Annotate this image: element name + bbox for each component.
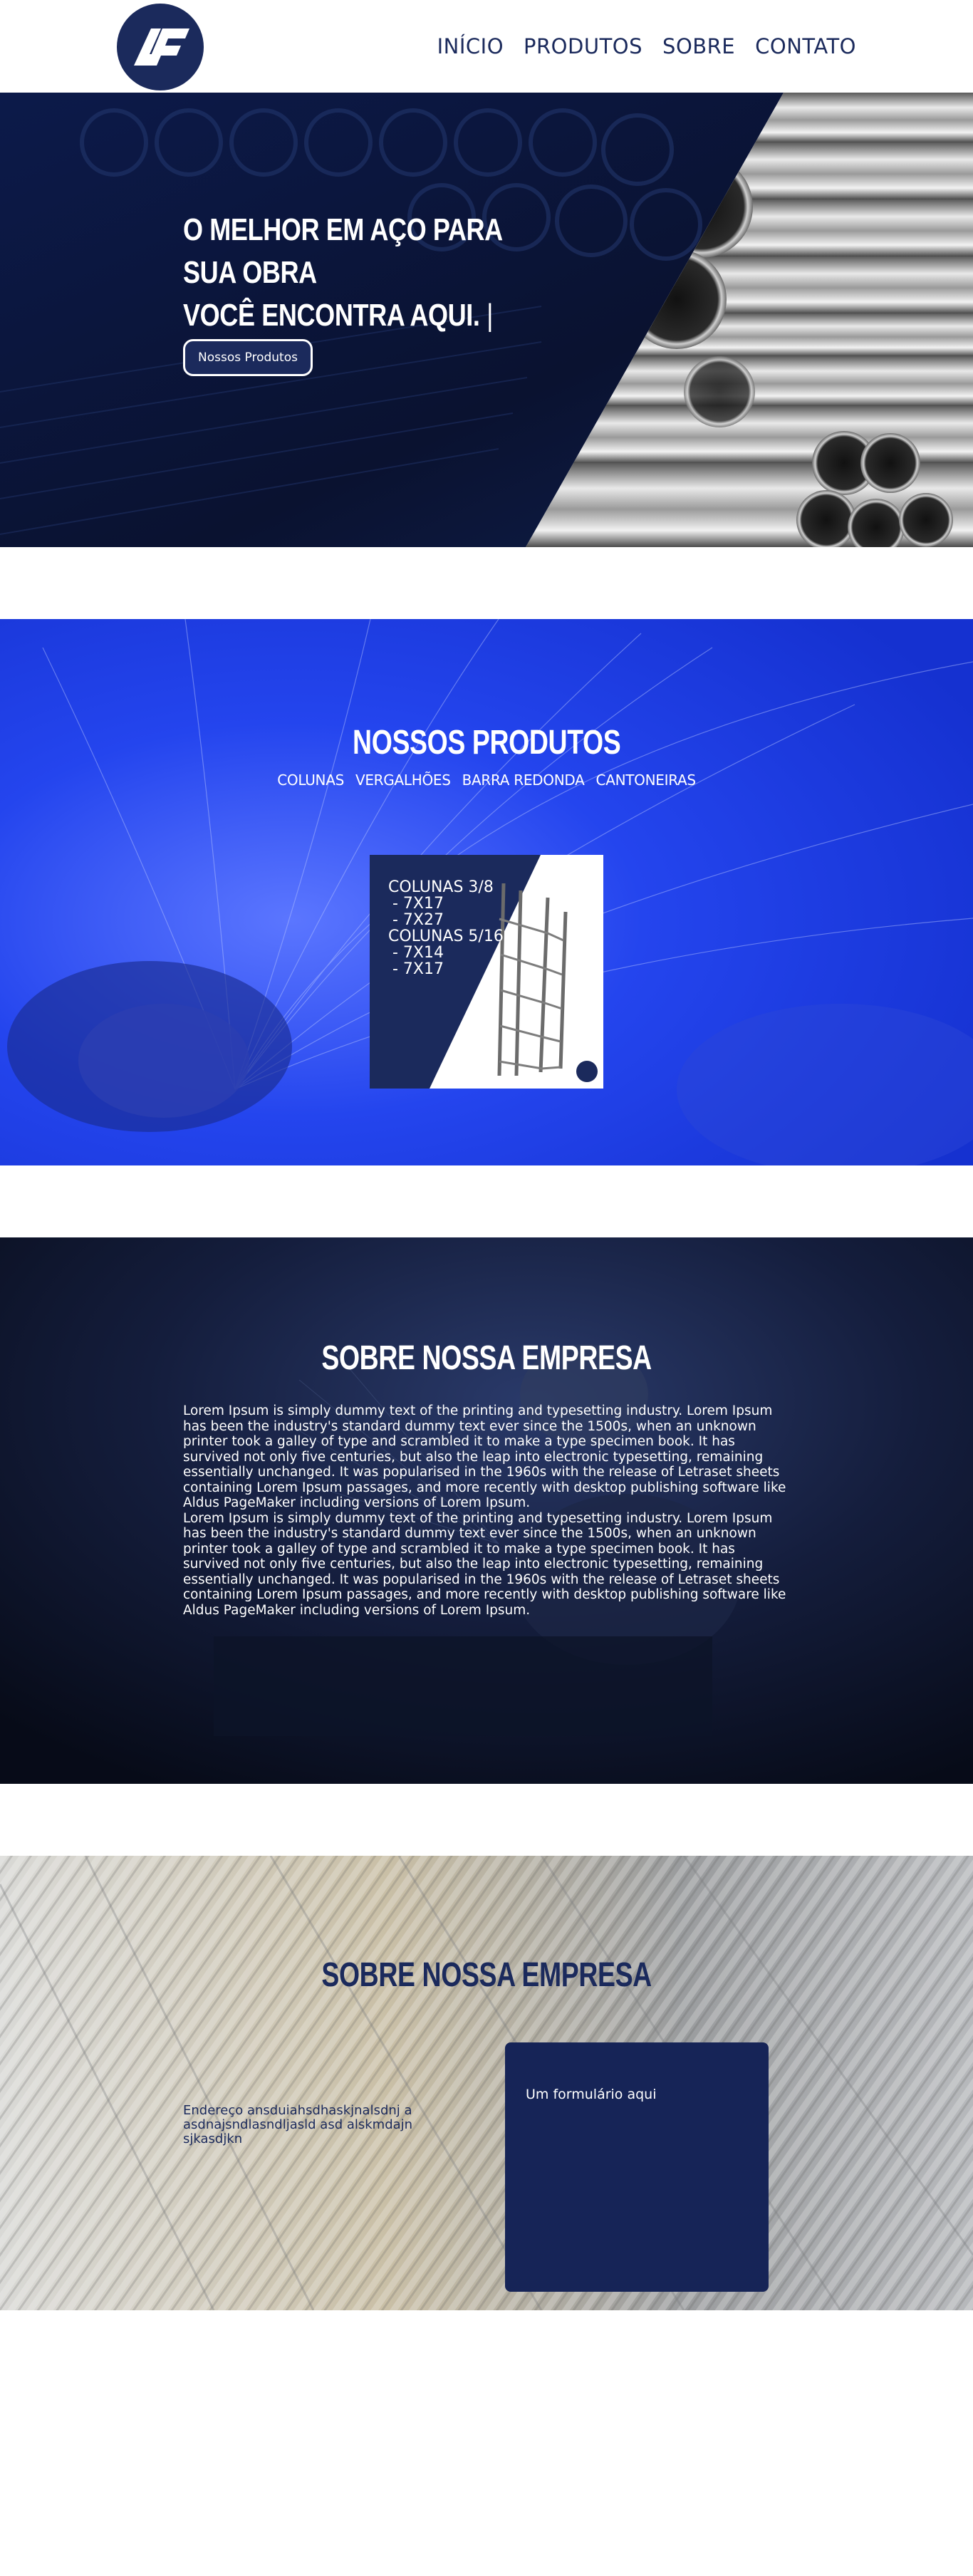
about-section: SOBRE NOSSA EMPRESA Lorem Ipsum is simpl… [0, 1237, 973, 1784]
typing-caret: | [486, 298, 494, 333]
af-logo-icon [134, 28, 189, 66]
category-vergalhoes[interactable]: VERGALHÕES [355, 772, 451, 789]
product-card[interactable]: COLUNAS 3/8 - 7X17 - 7X27 COLUNAS 5/16 -… [370, 855, 603, 1089]
rebar-background-image [0, 1856, 973, 2310]
contact-section: SOBRE NOSSA EMPRESA Endereço ansduiahsdh… [0, 1856, 973, 2310]
product-card-text: COLUNAS 3/8 - 7X17 - 7X27 COLUNAS 5/16 -… [388, 879, 504, 977]
contact-title: SOBRE NOSSA EMPRESA [321, 1956, 652, 1994]
about-text: Lorem Ipsum is simply dummy text of the … [183, 1403, 790, 1618]
about-paragraph: Lorem Ipsum is simply dummy text of the … [183, 1403, 786, 1510]
category-colunas[interactable]: COLUNAS [277, 772, 344, 789]
nossos-produtos-button[interactable]: Nossos Produtos [183, 339, 313, 376]
category-barra-redonda[interactable]: BARRA REDONDA [462, 772, 585, 789]
hero-headline-line2-wrap: VOCÊ ENCONTRA AQUI. | [183, 294, 534, 337]
hero-section: O MELHOR EM AÇO PARA SUA OBRA VOCÊ ENCON… [0, 93, 973, 547]
card-line: - 7X14 [392, 944, 444, 962]
address-text: Endereço ansduiahsdhaskjnalsdnj aasdnajs… [183, 2103, 413, 2146]
top-navbar: INÍCIO PRODUTOS SOBRE CONTATO [0, 0, 973, 93]
card-line: - 7X17 [392, 895, 444, 913]
contact-form-placeholder[interactable]: Um formulário aqui [505, 2042, 769, 2292]
category-cantoneiras[interactable]: CANTONEIRAS [596, 772, 697, 789]
card-line: - 7X17 [392, 960, 444, 978]
product-categories: COLUNAS VERGALHÕES BARRA REDONDA CANTONE… [0, 772, 973, 789]
about-paragraph: Lorem Ipsum is simply dummy text of the … [183, 1510, 786, 1618]
hero-headline: O MELHOR EM AÇO PARA SUA OBRA VOCÊ ENCON… [183, 209, 534, 337]
hero-headline-line1: O MELHOR EM AÇO PARA SUA OBRA [183, 212, 502, 290]
nav-produtos[interactable]: PRODUTOS [524, 34, 642, 58]
card-line: COLUNAS 5/16 [388, 928, 504, 945]
hero-headline-line2: VOCÊ ENCONTRA AQUI. [183, 298, 480, 333]
card-line: - 7X27 [392, 911, 444, 929]
main-menu: INÍCIO PRODUTOS SOBRE CONTATO [437, 34, 856, 58]
nav-inicio[interactable]: INÍCIO [437, 34, 504, 58]
nav-sobre[interactable]: SOBRE [662, 34, 735, 58]
products-title: NOSSOS PRODUTOS [352, 724, 621, 762]
about-title: SOBRE NOSSA EMPRESA [321, 1339, 652, 1377]
af-logo[interactable] [117, 4, 204, 90]
card-line: COLUNAS 3/8 [388, 878, 494, 896]
form-placeholder-text: Um formulário aqui [526, 2087, 657, 2102]
nav-contato[interactable]: CONTATO [755, 34, 856, 58]
products-section: NOSSOS PRODUTOS COLUNAS VERGALHÕES BARRA… [0, 619, 973, 1165]
